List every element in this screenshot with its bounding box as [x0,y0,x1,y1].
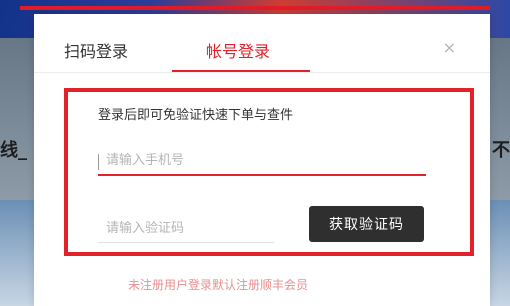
login-form-highlight: 登录后即可免验证快速下单与查件 获取验证码 [64,88,474,256]
tab-account-login[interactable]: 帐号登录 [206,38,270,62]
text-caret [98,154,99,170]
background-text-left: 线_ [0,140,27,161]
code-field-wrapper [98,216,274,243]
tab-qr-login[interactable]: 扫码登录 [64,38,128,62]
close-icon[interactable]: × [443,38,456,57]
login-hint-text: 登录后即可免验证快速下单与查件 [98,108,294,123]
background-panel-left [0,200,34,306]
registration-notice: 未注册用户登录默认注册顺丰会员 [128,278,309,292]
phone-input[interactable] [104,152,418,169]
background-red-line [20,6,490,10]
login-tabs: 扫码登录 帐号登录 × [34,14,490,73]
active-tab-indicator [172,70,310,72]
verification-code-input[interactable] [104,220,268,237]
background-text-right: 不 [492,140,510,161]
get-code-button[interactable]: 获取验证码 [309,206,424,242]
login-modal: 扫码登录 帐号登录 × 登录后即可免验证快速下单与查件 获取验证码 [34,14,490,306]
phone-field-wrapper [98,150,426,176]
